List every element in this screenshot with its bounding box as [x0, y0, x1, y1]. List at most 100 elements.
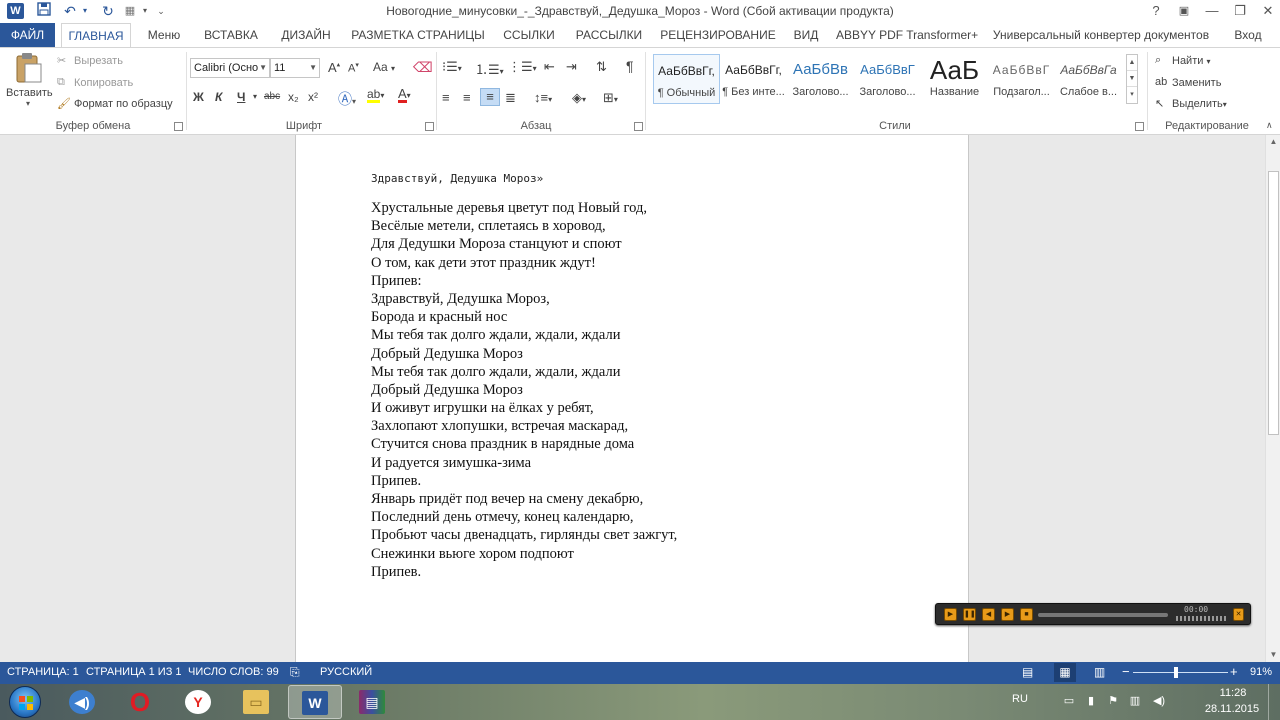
style-heading-1[interactable]: АаБбВв Заголово...: [787, 54, 854, 104]
scroll-thumb[interactable]: [1268, 171, 1279, 435]
align-center-icon[interactable]: ≡: [463, 90, 471, 105]
change-case-button[interactable]: Aa ▾: [373, 60, 395, 74]
ribbon-display-options-icon[interactable]: ▣: [1170, 0, 1198, 23]
scroll-down-icon[interactable]: ▼: [1266, 648, 1280, 662]
subscript-button[interactable]: x₂: [288, 90, 299, 104]
sort-icon[interactable]: ⇅: [596, 59, 607, 75]
justify-icon[interactable]: ≣: [505, 90, 516, 106]
start-button[interactable]: [6, 684, 44, 720]
pause-icon[interactable]: ❚❚: [963, 608, 976, 621]
show-desktop-button[interactable]: [1268, 684, 1280, 720]
tab-abbyy[interactable]: ABBYY PDF Transformer+: [836, 23, 978, 47]
qat-more-icon[interactable]: ▾: [140, 2, 150, 20]
zoom-in-button[interactable]: +: [1230, 664, 1238, 679]
font-launcher-icon[interactable]: [425, 122, 434, 131]
sign-in-link[interactable]: Вход: [1222, 23, 1274, 47]
gallery-more-icon[interactable]: ▾: [1127, 87, 1137, 103]
status-language[interactable]: РУССКИЙ: [320, 666, 372, 678]
tab-view[interactable]: ВИД: [788, 23, 824, 47]
show-formatting-marks-icon[interactable]: ¶: [626, 58, 634, 74]
clear-formatting-icon[interactable]: ⌫: [413, 59, 433, 76]
save-icon[interactable]: [34, 2, 54, 20]
taskbar-word[interactable]: W: [288, 685, 342, 719]
language-indicator[interactable]: RU: [1012, 693, 1028, 705]
tray-app-icon[interactable]: ▮: [1084, 694, 1098, 708]
tray-network-icon[interactable]: ▥: [1128, 694, 1142, 708]
tab-review[interactable]: РЕЦЕНЗИРОВАНИЕ: [658, 23, 778, 47]
superscript-button[interactable]: x²: [308, 90, 318, 104]
style-title[interactable]: АаБ Название: [921, 54, 988, 104]
customize-qat-icon[interactable]: ⌄: [155, 2, 167, 20]
print-preview-icon[interactable]: ▦: [120, 2, 140, 20]
taskbar-explorer[interactable]: ▭: [230, 685, 284, 719]
styles-launcher-icon[interactable]: [1135, 122, 1144, 131]
status-word-count[interactable]: ЧИСЛО СЛОВ: 99: [188, 666, 279, 678]
document-page[interactable]: Здравствуй, Дедушка Мороз» Хрустальные д…: [295, 135, 969, 662]
chevron-up-icon[interactable]: ▲: [1127, 55, 1137, 71]
play-icon[interactable]: ▶: [944, 608, 957, 621]
font-size-combo[interactable]: 11 ▼: [270, 58, 320, 78]
tab-insert[interactable]: ВСТАВКА: [198, 23, 264, 47]
zoom-level[interactable]: 91%: [1250, 666, 1272, 678]
style-subtle-emphasis[interactable]: АаБбВвГа Слабое в...: [1055, 54, 1122, 104]
font-name-combo[interactable]: Calibri (Осно ▼: [190, 58, 270, 78]
maximize-button[interactable]: ❐: [1226, 0, 1254, 23]
taskbar-winrar[interactable]: ▤: [346, 685, 400, 719]
bullets-icon[interactable]: ⁝☰▾: [442, 59, 462, 75]
align-left-icon[interactable]: ≡: [442, 90, 450, 105]
borders-icon[interactable]: ⊞▾: [603, 90, 618, 106]
increase-indent-icon[interactable]: ⇥: [566, 59, 577, 75]
tray-flag-icon[interactable]: ⚑: [1106, 694, 1120, 708]
read-mode-icon[interactable]: ▤: [1022, 665, 1033, 679]
zoom-slider[interactable]: [1133, 672, 1228, 673]
tab-references[interactable]: ССЫЛКИ: [498, 23, 560, 47]
numbering-icon[interactable]: ⒈☰▾: [475, 59, 504, 78]
taskbar-opera[interactable]: O: [114, 685, 168, 719]
zoom-slider-thumb[interactable]: [1174, 667, 1178, 678]
redo-icon[interactable]: ↻: [98, 2, 118, 20]
paste-dropdown-icon[interactable]: ▾: [6, 99, 50, 108]
highlight-color-button[interactable]: ab▾: [367, 88, 384, 103]
tab-design[interactable]: ДИЗАЙН: [276, 23, 336, 47]
styles-gallery-scroll[interactable]: ▲ ▼ ▾: [1126, 54, 1138, 104]
taskbar-speaker-app[interactable]: ◀): [56, 685, 110, 719]
tray-monitor-icon[interactable]: ▭: [1062, 694, 1076, 708]
web-layout-icon[interactable]: ▥: [1094, 665, 1105, 679]
taskbar-clock-time[interactable]: 11:28: [1210, 687, 1256, 699]
line-spacing-icon[interactable]: ↕≡▾: [534, 90, 552, 105]
taskbar-clock-date[interactable]: 28.11.2015: [1201, 703, 1263, 715]
shading-icon[interactable]: ◈▾: [572, 90, 586, 106]
player-close-icon[interactable]: ✕: [1233, 608, 1244, 621]
next-icon[interactable]: ▶: [1001, 608, 1014, 621]
align-right-icon[interactable]: ≡: [480, 88, 500, 106]
tab-menu[interactable]: Меню: [140, 23, 188, 47]
status-page-count[interactable]: СТРАНИЦА 1 ИЗ 1: [86, 666, 182, 678]
stop-icon[interactable]: ■: [1020, 608, 1033, 621]
shrink-font-button[interactable]: A▾: [348, 61, 359, 75]
vertical-scrollbar[interactable]: ▲ ▼: [1265, 135, 1280, 662]
tab-page-layout[interactable]: РАЗМЕТКА СТРАНИЦЫ: [348, 23, 488, 47]
format-painter-button[interactable]: 🖌 Формат по образцу: [57, 97, 173, 111]
status-page[interactable]: СТРАНИЦА: 1: [7, 666, 79, 678]
cut-button[interactable]: ✂ Вырезать: [57, 54, 123, 68]
multilevel-list-icon[interactable]: ⋮☰▾: [508, 59, 537, 75]
word-app-icon[interactable]: W: [7, 3, 24, 19]
bold-button[interactable]: Ж: [193, 90, 204, 104]
tab-file[interactable]: ФАЙЛ: [0, 23, 55, 47]
decrease-indent-icon[interactable]: ⇤: [544, 59, 555, 75]
scroll-up-icon[interactable]: ▲: [1266, 135, 1280, 149]
italic-button[interactable]: К: [215, 90, 222, 104]
document-body[interactable]: Хрустальные деревья цветут под Новый год…: [371, 199, 677, 581]
grow-font-button[interactable]: A▴: [328, 60, 340, 75]
underline-dropdown-icon[interactable]: ▾: [253, 92, 257, 101]
minimize-button[interactable]: —: [1198, 0, 1226, 23]
font-color-button[interactable]: A▾: [398, 87, 411, 103]
select-button[interactable]: ↖ Выделить▾: [1155, 97, 1227, 111]
copy-button[interactable]: ⧉ Копировать: [57, 76, 133, 90]
zoom-out-button[interactable]: −: [1122, 664, 1130, 679]
style-heading-2[interactable]: АаБбВвГ Заголово...: [854, 54, 921, 104]
help-button[interactable]: ?: [1142, 0, 1170, 23]
paste-button[interactable]: Вставить ▾: [6, 52, 53, 112]
undo-dropdown-icon[interactable]: ▾: [80, 2, 90, 20]
close-button[interactable]: ✕: [1254, 0, 1280, 23]
